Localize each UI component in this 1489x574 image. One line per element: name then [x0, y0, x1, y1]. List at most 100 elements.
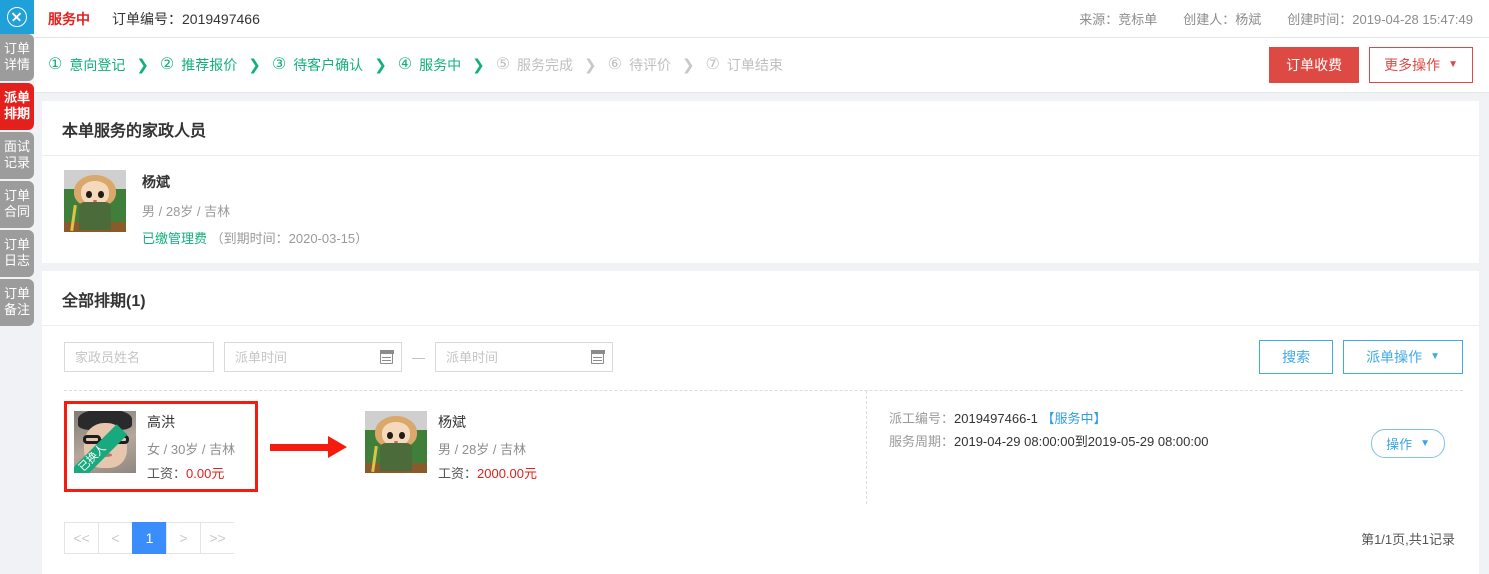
replaced-worker-info: 高洪 女 / 30岁 / 吉林 工资：0.00元 [147, 411, 235, 482]
chevron-right-icon: ❯ [681, 57, 695, 74]
calendar-icon[interactable] [590, 350, 605, 364]
step-4[interactable]: ④ 服务中 [398, 55, 461, 75]
sidebar-item-label: 订单日志 [3, 237, 30, 268]
step-label: 推荐报价 [181, 57, 238, 73]
sidebar-item-order-log[interactable]: 订单日志 [0, 230, 34, 277]
panel-title: 全部排期(1) [42, 271, 1479, 326]
order-step-bar: ① 意向登记 ❯ ② 推荐报价 ❯ ③ 待客户确认 ❯ ④ 服务中 ❯ ⑤ 服务… [34, 38, 1489, 93]
current-worker-card[interactable]: 杨斌 男 / 28岁 / 吉林 工资：2000.00元 [358, 404, 552, 489]
order-header: 服务中 订单编号：2019497466 来源：竞标单 创建人：杨斌 创建时间：2… [34, 0, 1489, 38]
fee-expire-text: （到期时间：2020-03-15） [210, 231, 369, 246]
worker-salary: 工资：2000.00元 [438, 463, 537, 482]
chevron-right-icon: ❯ [136, 57, 149, 74]
service-period-label: 服务周期： [889, 434, 955, 449]
sidebar-item-order-contract[interactable]: 订单合同 [0, 181, 34, 228]
page-first-button[interactable]: << [64, 522, 98, 554]
sidebar-item-label: 订单备注 [3, 286, 30, 317]
step-number: ⑦ [705, 56, 720, 73]
page-next-button[interactable]: > [166, 522, 200, 554]
worker-name-filter[interactable] [64, 342, 214, 372]
chevron-down-icon: ▼ [1420, 437, 1430, 449]
pagination: << < 1 > >> 第1/1页,共1记录 [42, 504, 1479, 574]
page-last-button[interactable]: >> [200, 522, 234, 554]
date-range-separator: — [412, 349, 425, 365]
replaced-worker-card[interactable]: 已换人 高洪 女 / 30岁 / 吉林 工资：0.00元 [64, 401, 258, 492]
service-period-value: 2019-04-29 08:00:00到2019-05-29 08:00:00 [954, 434, 1209, 449]
row-actions: 操作 ▼ [1371, 407, 1445, 458]
step-7[interactable]: ⑦ 订单结束 [706, 55, 783, 75]
worker-salary-label: 工资： [147, 466, 187, 481]
order-number-value: 2019497466 [182, 10, 260, 27]
step-label: 服务完成 [517, 57, 574, 73]
schedule-row: 已换人 高洪 女 / 30岁 / 吉林 工资：0.00元 杨斌 男 / 28岁 … [64, 390, 1463, 504]
pagination-info: 第1/1页,共1记录 [1361, 531, 1455, 547]
worker-sub: 男 / 28岁 / 吉林 [438, 442, 527, 457]
step-number: ③ [271, 56, 287, 73]
fee-paid-badge: 已缴管理费 [142, 231, 208, 246]
worker-change-group: 已换人 高洪 女 / 30岁 / 吉林 工资：0.00元 杨斌 男 / 28岁 … [64, 391, 866, 504]
sidebar-item-order-remark[interactable]: 订单备注 [0, 279, 34, 326]
step-1[interactable]: ① 意向登记 [48, 55, 125, 75]
panel-title: 本单服务的家政人员 [42, 101, 1479, 156]
more-actions-button[interactable]: 更多操作 ▼ [1369, 47, 1473, 83]
page-prev-button[interactable]: < [98, 522, 132, 554]
date-from-input[interactable] [233, 348, 380, 366]
row-operation-label: 操作 [1386, 437, 1413, 452]
step-number: ⑥ [607, 56, 622, 73]
close-button[interactable] [0, 0, 34, 34]
dispatch-actions-button[interactable]: 派单操作 ▼ [1343, 340, 1463, 374]
step-6[interactable]: ⑥ 待评价 [608, 55, 671, 75]
staff-sub: 男 / 28岁 / 吉林 [142, 204, 231, 219]
page-number-1[interactable]: 1 [132, 522, 166, 554]
step-label: 待客户确认 [293, 57, 364, 73]
search-input[interactable] [73, 348, 205, 366]
staff-row: 杨斌 男 / 28岁 / 吉林 已缴管理费 （到期时间：2020-03-15） [42, 156, 1479, 263]
row-operation-button[interactable]: 操作 ▼ [1371, 429, 1445, 458]
dispatch-detail-text: 派工编号：2019497466-1 【服务中】 服务周期：2019-04-29 … [889, 407, 1208, 453]
filter-actions: 搜索 派单操作 ▼ [1259, 340, 1463, 374]
chevron-down-icon: ▼ [1448, 59, 1458, 70]
step-label: 订单结束 [726, 57, 783, 73]
sidebar-item-interview-record[interactable]: 面试记录 [0, 132, 34, 179]
chevron-right-icon: ❯ [472, 57, 485, 74]
worker-salary: 工资：0.00元 [147, 463, 235, 482]
step-label: 服务中 [419, 57, 462, 73]
step-2[interactable]: ② 推荐报价 [160, 55, 237, 75]
chevron-right-icon: ❯ [248, 57, 261, 74]
avatar [64, 170, 126, 232]
sidebar-item-label: 订单合同 [3, 188, 30, 219]
service-period-line: 服务周期：2019-04-29 08:00:00到2019-05-29 08:0… [889, 430, 1208, 453]
dispatch-no-line: 派工编号：2019497466-1 【服务中】 [889, 407, 1208, 430]
status-badge: 服务中 [48, 10, 90, 27]
date-to-input[interactable] [444, 348, 591, 366]
step-number: ⑤ [495, 56, 511, 73]
schedule-panel: 全部排期(1) — 搜索 派单操作 ▼ [42, 271, 1479, 574]
calendar-icon[interactable] [379, 350, 394, 364]
step-3[interactable]: ③ 待客户确认 [272, 55, 363, 75]
order-fee-button[interactable]: 订单收费 [1269, 47, 1360, 83]
sidebar-item-dispatch-schedule[interactable]: 派单排期 [0, 83, 34, 130]
step-5[interactable]: ⑤ 服务完成 [496, 55, 573, 75]
sidebar-item-order-detail[interactable]: 订单详情 [0, 34, 34, 81]
page-root: 订单详情 派单排期 面试记录 订单合同 订单日志 订单备注 服务中 订单编号：2… [0, 0, 1489, 574]
dispatch-date-from-filter[interactable] [224, 342, 402, 372]
staff-name: 杨斌 [142, 174, 170, 190]
sidebar-item-label: 面试记录 [3, 139, 30, 170]
worker-name: 杨斌 [438, 414, 466, 430]
chevron-right-icon: ❯ [584, 57, 597, 74]
left-tab-rail: 订单详情 派单排期 面试记录 订单合同 订单日志 订单备注 [0, 0, 34, 559]
search-button[interactable]: 搜索 [1259, 340, 1334, 374]
dispatch-no-label: 派工编号： [889, 411, 955, 426]
dispatch-date-to-filter[interactable] [435, 342, 613, 372]
worker-salary-label: 工资： [438, 466, 478, 481]
worker-sub: 女 / 30岁 / 吉林 [147, 442, 236, 457]
dispatch-no-value: 2019497466-1 [954, 411, 1038, 426]
staff-fee-status: 已缴管理费 （到期时间：2020-03-15） [142, 228, 368, 247]
dispatch-status: 【服务中】 [1041, 411, 1107, 426]
step-number: ② [159, 56, 175, 73]
worker-salary-value: 0.00元 [186, 466, 225, 481]
main-column: 服务中 订单编号：2019497466 来源：竞标单 创建人：杨斌 创建时间：2… [34, 0, 1489, 574]
filter-bar: — 搜索 派单操作 ▼ [42, 326, 1479, 390]
close-circle-icon [7, 7, 27, 27]
replacement-arrow-icon [270, 435, 356, 458]
